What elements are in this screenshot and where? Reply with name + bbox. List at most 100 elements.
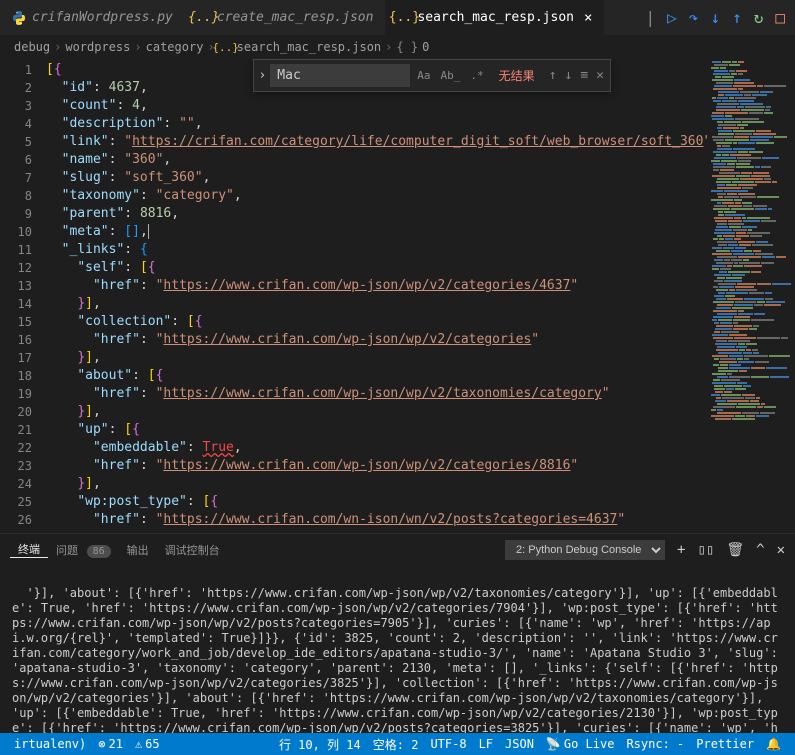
match-case-icon[interactable]: Aa	[414, 67, 433, 84]
find-nav: ↑ ↓ ≡ ✕	[543, 68, 610, 83]
line-number: 14	[0, 295, 46, 313]
find-widget: › Aa Ab̲ .* 无结果 ↑ ↓ ≡ ✕	[253, 59, 611, 92]
match-word-icon[interactable]: Ab̲	[438, 67, 464, 84]
status-warnings[interactable]: 65	[129, 737, 166, 751]
stop-icon[interactable]: □	[775, 8, 785, 27]
code-line[interactable]: "embeddable": True,	[46, 439, 707, 457]
line-number: 4	[0, 115, 46, 133]
status-virtualenv[interactable]: irtualenv)	[8, 737, 92, 751]
line-number: 2	[0, 79, 46, 97]
editor: 1234567891011121314151617181920212223242…	[0, 59, 795, 533]
code-line[interactable]: }],	[46, 295, 707, 313]
tab-crifanwordpress[interactable]: crifanWordpress.py	[0, 0, 185, 35]
restart-icon[interactable]: ↻	[754, 8, 764, 27]
step-into-icon[interactable]: ↓	[710, 8, 720, 27]
breadcrumb-item[interactable]: 0	[422, 40, 429, 54]
line-number: 6	[0, 151, 46, 169]
step-out-icon[interactable]: ↑	[732, 8, 742, 27]
panel-tabs: 终端 问题 86 输出 调试控制台 2: Python Debug Consol…	[0, 533, 795, 565]
line-number: 18	[0, 367, 46, 385]
line-number: 24	[0, 475, 46, 493]
find-input[interactable]	[270, 64, 410, 87]
terminal-tab[interactable]: 终端	[10, 541, 48, 558]
tab-search-mac-resp[interactable]: {..} search_mac_resp.json ×	[385, 0, 604, 35]
line-number: 11	[0, 241, 46, 259]
code-line[interactable]: "wp:post_type": [{	[46, 493, 707, 511]
play-icon[interactable]: ▷	[667, 8, 677, 27]
json-icon: {..}	[197, 11, 211, 25]
status-eol[interactable]: LF	[473, 736, 499, 753]
terminal-output[interactable]: '}], 'about': [{'href': 'https://www.cri…	[0, 565, 795, 733]
breadcrumb[interactable]: debug› wordpress› category› {..} search_…	[0, 35, 795, 59]
code-line[interactable]: "href": "https://www.crifan.com/wp-json/…	[46, 331, 707, 349]
problems-badge: 86	[87, 545, 111, 558]
status-errors[interactable]: 21	[92, 737, 129, 751]
code-area[interactable]: › Aa Ab̲ .* 无结果 ↑ ↓ ≡ ✕ [{ "id": 4637, "…	[46, 59, 707, 533]
code-line[interactable]: "count": 4,	[46, 97, 707, 115]
problems-tab[interactable]: 问题 86	[48, 542, 119, 558]
breadcrumb-item[interactable]: search_mac_resp.json	[237, 40, 382, 54]
code-line[interactable]: "self": [{	[46, 259, 707, 277]
close-panel-icon[interactable]: ✕	[777, 542, 785, 558]
line-number: 23	[0, 457, 46, 475]
line-number: 10	[0, 223, 46, 241]
line-number: 25	[0, 493, 46, 511]
find-options: Aa Ab̲ .*	[410, 67, 490, 84]
status-bar: irtualenv) 21 65 行 10, 列 14 空格: 2 UTF-8 …	[0, 733, 795, 755]
output-tab[interactable]: 输出	[119, 542, 157, 558]
tab-close-icon[interactable]: ×	[584, 10, 592, 26]
tab-label: search_mac_resp.json	[417, 10, 574, 25]
line-number: 1	[0, 61, 46, 79]
line-number: 17	[0, 349, 46, 367]
step-over-icon[interactable]: ↷	[689, 8, 699, 27]
status-encoding[interactable]: UTF-8	[424, 736, 472, 753]
terminal-select[interactable]: 2: Python Debug Console	[505, 540, 665, 560]
code-line[interactable]: "parent": 8816,	[46, 205, 707, 223]
line-number: 12	[0, 259, 46, 277]
code-line[interactable]: "about": [{	[46, 367, 707, 385]
find-toggle-icon[interactable]: ›	[254, 68, 270, 83]
tab-bar: crifanWordpress.py {..} create_mac_resp.…	[0, 0, 795, 35]
find-next-icon[interactable]: ↓	[565, 68, 573, 83]
debug-console-tab[interactable]: 调试控制台	[157, 542, 228, 558]
split-terminal-icon[interactable]: ▯▯	[697, 542, 714, 558]
code-line[interactable]: }],	[46, 349, 707, 367]
minimap[interactable]	[707, 59, 795, 533]
status-lang[interactable]: JSON	[499, 736, 540, 753]
code-line[interactable]: "link": "https://crifan.com/category/lif…	[46, 133, 707, 151]
status-rsync[interactable]: Rsync: -	[620, 736, 690, 753]
find-close-icon[interactable]: ✕	[596, 68, 604, 83]
code-line[interactable]: "description": "",	[46, 115, 707, 133]
status-cursor[interactable]: 行 10, 列 14	[273, 736, 367, 753]
breadcrumb-item[interactable]: wordpress	[65, 40, 130, 54]
line-number: 19	[0, 385, 46, 403]
code-line[interactable]: "slug": "soft_360",	[46, 169, 707, 187]
code-line[interactable]: "href": "https://www.crifan.com/wn-ison/…	[46, 511, 707, 529]
code-line[interactable]: "href": "https://www.crifan.com/wp-json/…	[46, 385, 707, 403]
find-prev-icon[interactable]: ↑	[549, 68, 557, 83]
terminal-text: '}], 'about': [{'href': 'https://www.cri…	[12, 586, 785, 733]
code-line[interactable]: }],	[46, 403, 707, 421]
status-indent[interactable]: 空格: 2	[367, 736, 425, 753]
status-bell[interactable]: 🔔	[760, 736, 787, 753]
tab-create-mac-resp[interactable]: {..} create_mac_resp.json	[185, 0, 386, 35]
breadcrumb-item[interactable]: category	[146, 40, 204, 54]
line-number: 26	[0, 511, 46, 529]
code-line[interactable]: "name": "360",	[46, 151, 707, 169]
maximize-icon[interactable]: ^	[756, 542, 764, 558]
breadcrumb-item[interactable]: debug	[14, 40, 50, 54]
code-line[interactable]: "meta": [],	[46, 223, 707, 241]
code-line[interactable]: "collection": [{	[46, 313, 707, 331]
status-golive[interactable]: 📡Go Live	[540, 736, 621, 753]
code-line[interactable]: "_links": {	[46, 241, 707, 259]
code-line[interactable]: "up": [{	[46, 421, 707, 439]
code-line[interactable]: "href": "https://www.crifan.com/wp-json/…	[46, 457, 707, 475]
trash-icon[interactable]: 🗑	[726, 542, 744, 558]
code-line[interactable]: }],	[46, 475, 707, 493]
code-line[interactable]: "taxonomy": "category",	[46, 187, 707, 205]
find-selection-icon[interactable]: ≡	[580, 68, 588, 83]
regex-icon[interactable]: .*	[467, 67, 486, 84]
status-prettier[interactable]: Prettier	[690, 736, 760, 753]
code-line[interactable]: "href": "https://www.crifan.com/wp-json/…	[46, 277, 707, 295]
new-terminal-icon[interactable]: +	[677, 542, 685, 558]
